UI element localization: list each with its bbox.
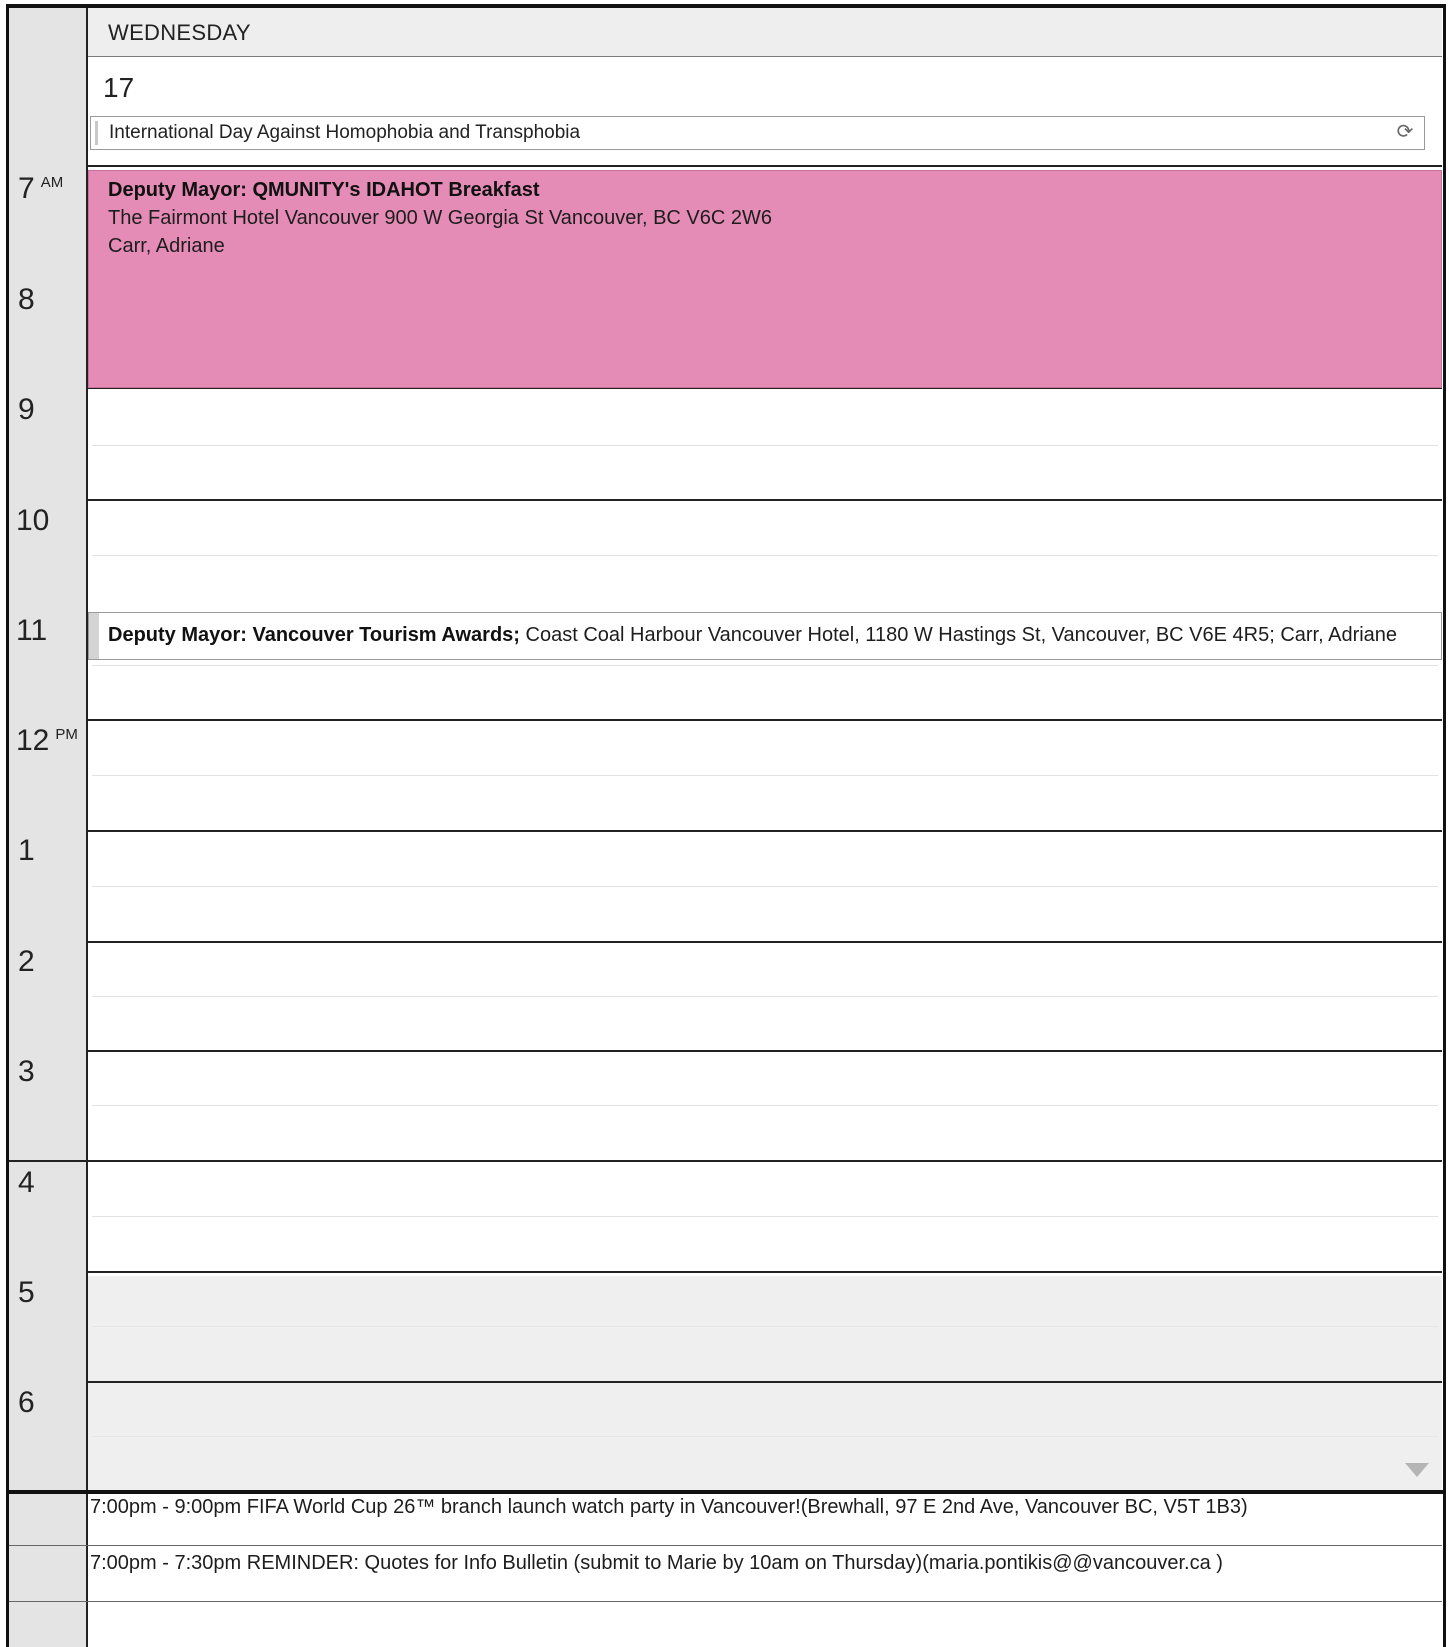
- hour-label-1: 1: [18, 834, 35, 867]
- hour-label-2: 2: [18, 945, 35, 978]
- hour-label-8: 8: [18, 283, 35, 316]
- scroll-down-arrow-icon[interactable]: [1405, 1463, 1429, 1477]
- task-item-watch-party[interactable]: 7:00pm - 9:00pm FIFA World Cup 26™ branc…: [90, 1496, 1248, 1519]
- hour-label-11: 11: [16, 614, 48, 647]
- hour-label-3: 3: [18, 1055, 35, 1088]
- half-hour-line: [92, 1436, 1438, 1437]
- half-hour-line: [92, 1216, 1438, 1217]
- half-hour-line: [92, 996, 1438, 997]
- hour-label-10: 10: [16, 504, 50, 537]
- task-gutter: [9, 1494, 86, 1647]
- task-row-divider: [9, 1601, 1442, 1602]
- half-hour-line: [92, 1105, 1438, 1106]
- task-section-divider: [6, 1490, 1446, 1494]
- half-hour-line: [92, 665, 1438, 666]
- hour-label-6: 6: [18, 1386, 35, 1419]
- all-day-event-title: International Day Against Homophobia and…: [109, 122, 581, 143]
- half-hour-line: [92, 555, 1438, 556]
- appointment-idahot-breakfast[interactable]: Deputy Mayor: QMUNITY's IDAHOT Breakfast…: [88, 170, 1442, 388]
- day-header[interactable]: [88, 8, 1442, 57]
- half-hour-line: [92, 886, 1438, 887]
- hour-divider: [88, 1271, 1442, 1273]
- half-hour-line: [92, 445, 1438, 446]
- hour-divider: [88, 1050, 1442, 1052]
- recurrence-icon: ⟳: [1396, 121, 1414, 143]
- appointment-status-bar: [89, 613, 99, 659]
- hour-label-5: 5: [18, 1276, 35, 1309]
- hour-divider: [88, 830, 1442, 832]
- hour-divider: [88, 941, 1442, 943]
- appointment-tourism-awards[interactable]: Deputy Mayor: Vancouver Tourism Awards; …: [88, 612, 1442, 660]
- appointment-details: Coast Coal Harbour Vancouver Hotel, 1180…: [519, 624, 1398, 646]
- hour-divider: [9, 1160, 1442, 1162]
- hour-label-4: 4: [18, 1166, 35, 1199]
- appointment-summary: Deputy Mayor: Vancouver Tourism Awards; …: [108, 624, 1428, 647]
- day-number[interactable]: 17: [103, 72, 134, 104]
- task-item-reminder[interactable]: 7:00pm - 7:30pm REMINDER: Quotes for Inf…: [90, 1552, 1223, 1575]
- hour-divider: [88, 165, 1442, 167]
- appointment-location: The Fairmont Hotel Vancouver 900 W Georg…: [108, 207, 773, 229]
- all-day-event[interactable]: International Day Against Homophobia and…: [90, 116, 1425, 150]
- after-hours-area[interactable]: [88, 1276, 1442, 1493]
- task-row-divider: [9, 1545, 1442, 1546]
- appointment-title: Deputy Mayor: Vancouver Tourism Awards;: [108, 624, 520, 646]
- hour-label-12pm: 12 PM: [16, 724, 78, 757]
- hour-label-7am: 7 AM: [18, 172, 64, 205]
- appointment-organizer: Carr, Adriane: [108, 235, 225, 257]
- appointment-title: Deputy Mayor: QMUNITY's IDAHOT Breakfast: [108, 179, 540, 201]
- hour-divider: [88, 499, 1442, 501]
- half-hour-line: [92, 775, 1438, 776]
- half-hour-line: [92, 1326, 1438, 1327]
- hour-divider: [88, 1381, 1442, 1383]
- hour-divider: [88, 719, 1442, 721]
- hour-label-9: 9: [18, 393, 35, 426]
- all-day-event-bar: [95, 121, 98, 145]
- day-name: WEDNESDAY: [108, 20, 251, 45]
